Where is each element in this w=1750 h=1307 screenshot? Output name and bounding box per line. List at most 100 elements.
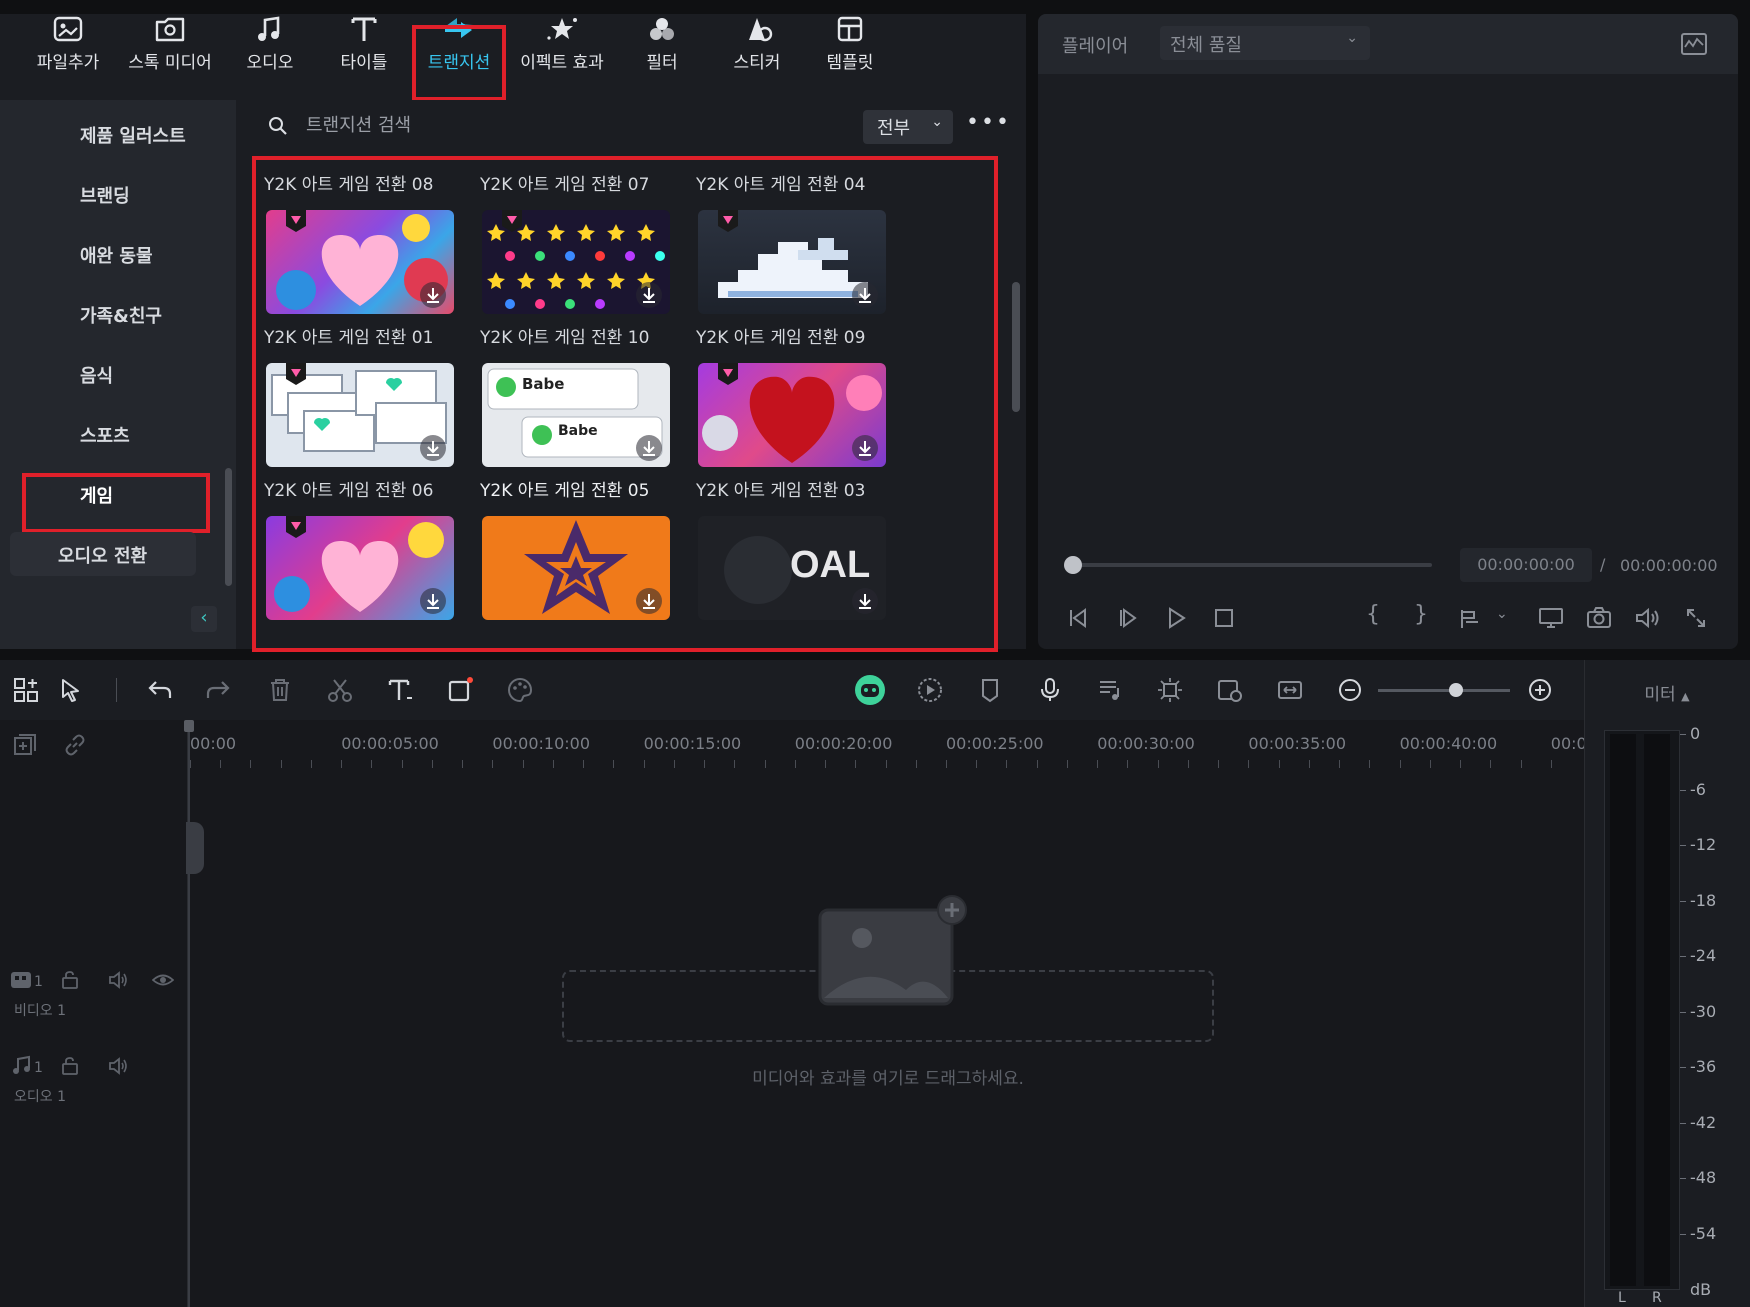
transition-card-05[interactable]: Babe Babe [482,363,670,467]
toolbar-transitions[interactable]: 트랜지션 [416,14,502,86]
transition-card-03[interactable] [698,363,886,467]
transition-card-row3-2[interactable] [482,516,670,620]
select-cursor-icon[interactable] [58,676,86,704]
eye-icon[interactable] [152,970,174,990]
toolbar-import-media[interactable]: 파일추가 [26,14,110,86]
auto-play-icon[interactable] [916,676,944,704]
transition-card-row3-1[interactable] [266,516,454,620]
play-icon[interactable] [1164,606,1188,630]
ruler-tick-label: 00:00:30:00 [1097,734,1195,753]
previous-frame-icon[interactable] [1066,606,1090,630]
grid-scrollbar[interactable] [1012,282,1020,412]
mark-in-icon[interactable]: { [1366,602,1380,627]
fit-timeline-icon[interactable] [1276,676,1304,704]
search-input[interactable] [306,108,726,142]
lock-icon[interactable] [60,1056,80,1076]
zoom-in-icon[interactable] [1526,676,1554,704]
lock-icon[interactable] [60,970,80,990]
clip-marker-icon[interactable] [1458,606,1482,630]
speaker-icon[interactable] [108,970,130,990]
quality-dropdown[interactable]: 전체 품질 ⌄ [1160,26,1370,60]
playhead-knob[interactable] [184,720,194,732]
toolbar-stickers[interactable]: 스티커 [720,14,794,86]
transition-card-09[interactable] [698,210,886,314]
text-tool-icon[interactable] [386,676,414,704]
stop-icon[interactable] [1212,606,1236,630]
add-track-icon[interactable] [12,732,38,758]
toolbar-filters[interactable]: 필터 [628,14,696,86]
stock-media-icon [155,17,185,42]
sidebar-item-product-illustration[interactable]: 제품 일러스트 [80,122,186,148]
zoom-slider-handle[interactable] [1449,683,1463,697]
download-icon[interactable] [852,282,878,308]
toolbar-audio[interactable]: 오디오 [236,14,304,86]
crop-shape-icon[interactable] [446,676,474,704]
ai-robot-icon[interactable] [854,674,886,706]
ruler-tick [341,760,342,768]
toolbar-label: 스톡 미디어 [128,53,212,73]
more-options-button[interactable]: ••• [966,112,1009,140]
track-resize-handle[interactable] [186,822,204,874]
filter-dropdown[interactable]: 전부 ⌄ [863,110,953,144]
transition-card-06[interactable] [266,363,454,467]
current-time[interactable]: 00:00:00:00 [1460,548,1592,582]
waveform-monitor-icon[interactable] [1680,32,1708,56]
transition-card-row3-3[interactable]: OAL [698,516,886,620]
download-icon[interactable] [420,282,446,308]
ruler-tick [825,760,826,768]
sidebar-item-sports[interactable]: 스포츠 [80,422,130,448]
sidebar-item-game[interactable]: 게임 [80,482,113,508]
sidebar-item-branding[interactable]: 브랜딩 [80,182,130,208]
fullscreen-icon[interactable] [1684,606,1708,630]
toolbar-label: 오디오 [246,53,294,73]
preview-render-icon[interactable] [1216,676,1244,704]
toolbar-titles[interactable]: 타이틀 [330,14,398,86]
chevron-down-icon[interactable]: ⌄ [1496,606,1508,622]
download-icon[interactable] [420,435,446,461]
snapshot-camera-icon[interactable] [1586,606,1612,630]
playback-scrubber[interactable] [1070,563,1432,567]
playhead[interactable] [188,720,190,1307]
scrubber-handle[interactable] [1064,556,1082,574]
zoom-out-icon[interactable] [1336,676,1364,704]
download-icon[interactable] [636,588,662,614]
download-icon[interactable] [420,588,446,614]
delete-icon[interactable] [266,676,294,704]
layout-grid-icon[interactable] [12,676,40,704]
undo-icon[interactable] [146,676,174,704]
transition-card-01[interactable] [266,210,454,314]
mark-out-icon[interactable]: } [1414,602,1428,627]
link-icon[interactable] [62,732,88,758]
meter-title[interactable]: 미터 ▲ [1584,680,1750,705]
download-icon[interactable] [852,588,878,614]
download-icon[interactable] [852,435,878,461]
toolbar-effects[interactable]: 이펙트 효과 [512,14,612,86]
volume-icon[interactable] [1634,606,1662,630]
sidebar-item-family-friends[interactable]: 가족&친구 [80,302,162,328]
toolbar-templates[interactable]: 템플릿 [816,14,884,86]
display-settings-icon[interactable] [1538,606,1564,630]
download-icon[interactable] [636,282,662,308]
download-icon[interactable] [636,435,662,461]
ruler-tick [1067,760,1068,768]
sidebar-item-food[interactable]: 음식 [80,362,113,388]
ruler-tick [1551,760,1552,768]
time-separator: / [1600,555,1606,574]
ai-effect-icon[interactable] [1156,676,1184,704]
marker-shield-icon[interactable] [976,676,1004,704]
meter-channel-left [1610,734,1636,1286]
sidebar-scrollbar[interactable] [225,468,232,586]
scissors-icon[interactable] [326,676,354,704]
collapse-sidebar-button[interactable]: ‹ [191,606,217,632]
color-palette-icon[interactable] [506,676,534,704]
zoom-slider-track[interactable] [1378,689,1510,692]
sidebar-item-pets[interactable]: 애완 동물 [80,242,153,268]
redo-icon[interactable] [204,676,232,704]
audio-list-icon[interactable] [1096,676,1124,704]
transition-card-10[interactable] [482,210,670,314]
microphone-icon[interactable] [1036,676,1064,704]
toolbar-stock-media[interactable]: 스톡 미디어 [118,14,222,86]
next-frame-icon[interactable] [1116,606,1140,630]
toolbar-label: 트랜지션 [427,53,491,73]
speaker-icon[interactable] [108,1056,130,1076]
